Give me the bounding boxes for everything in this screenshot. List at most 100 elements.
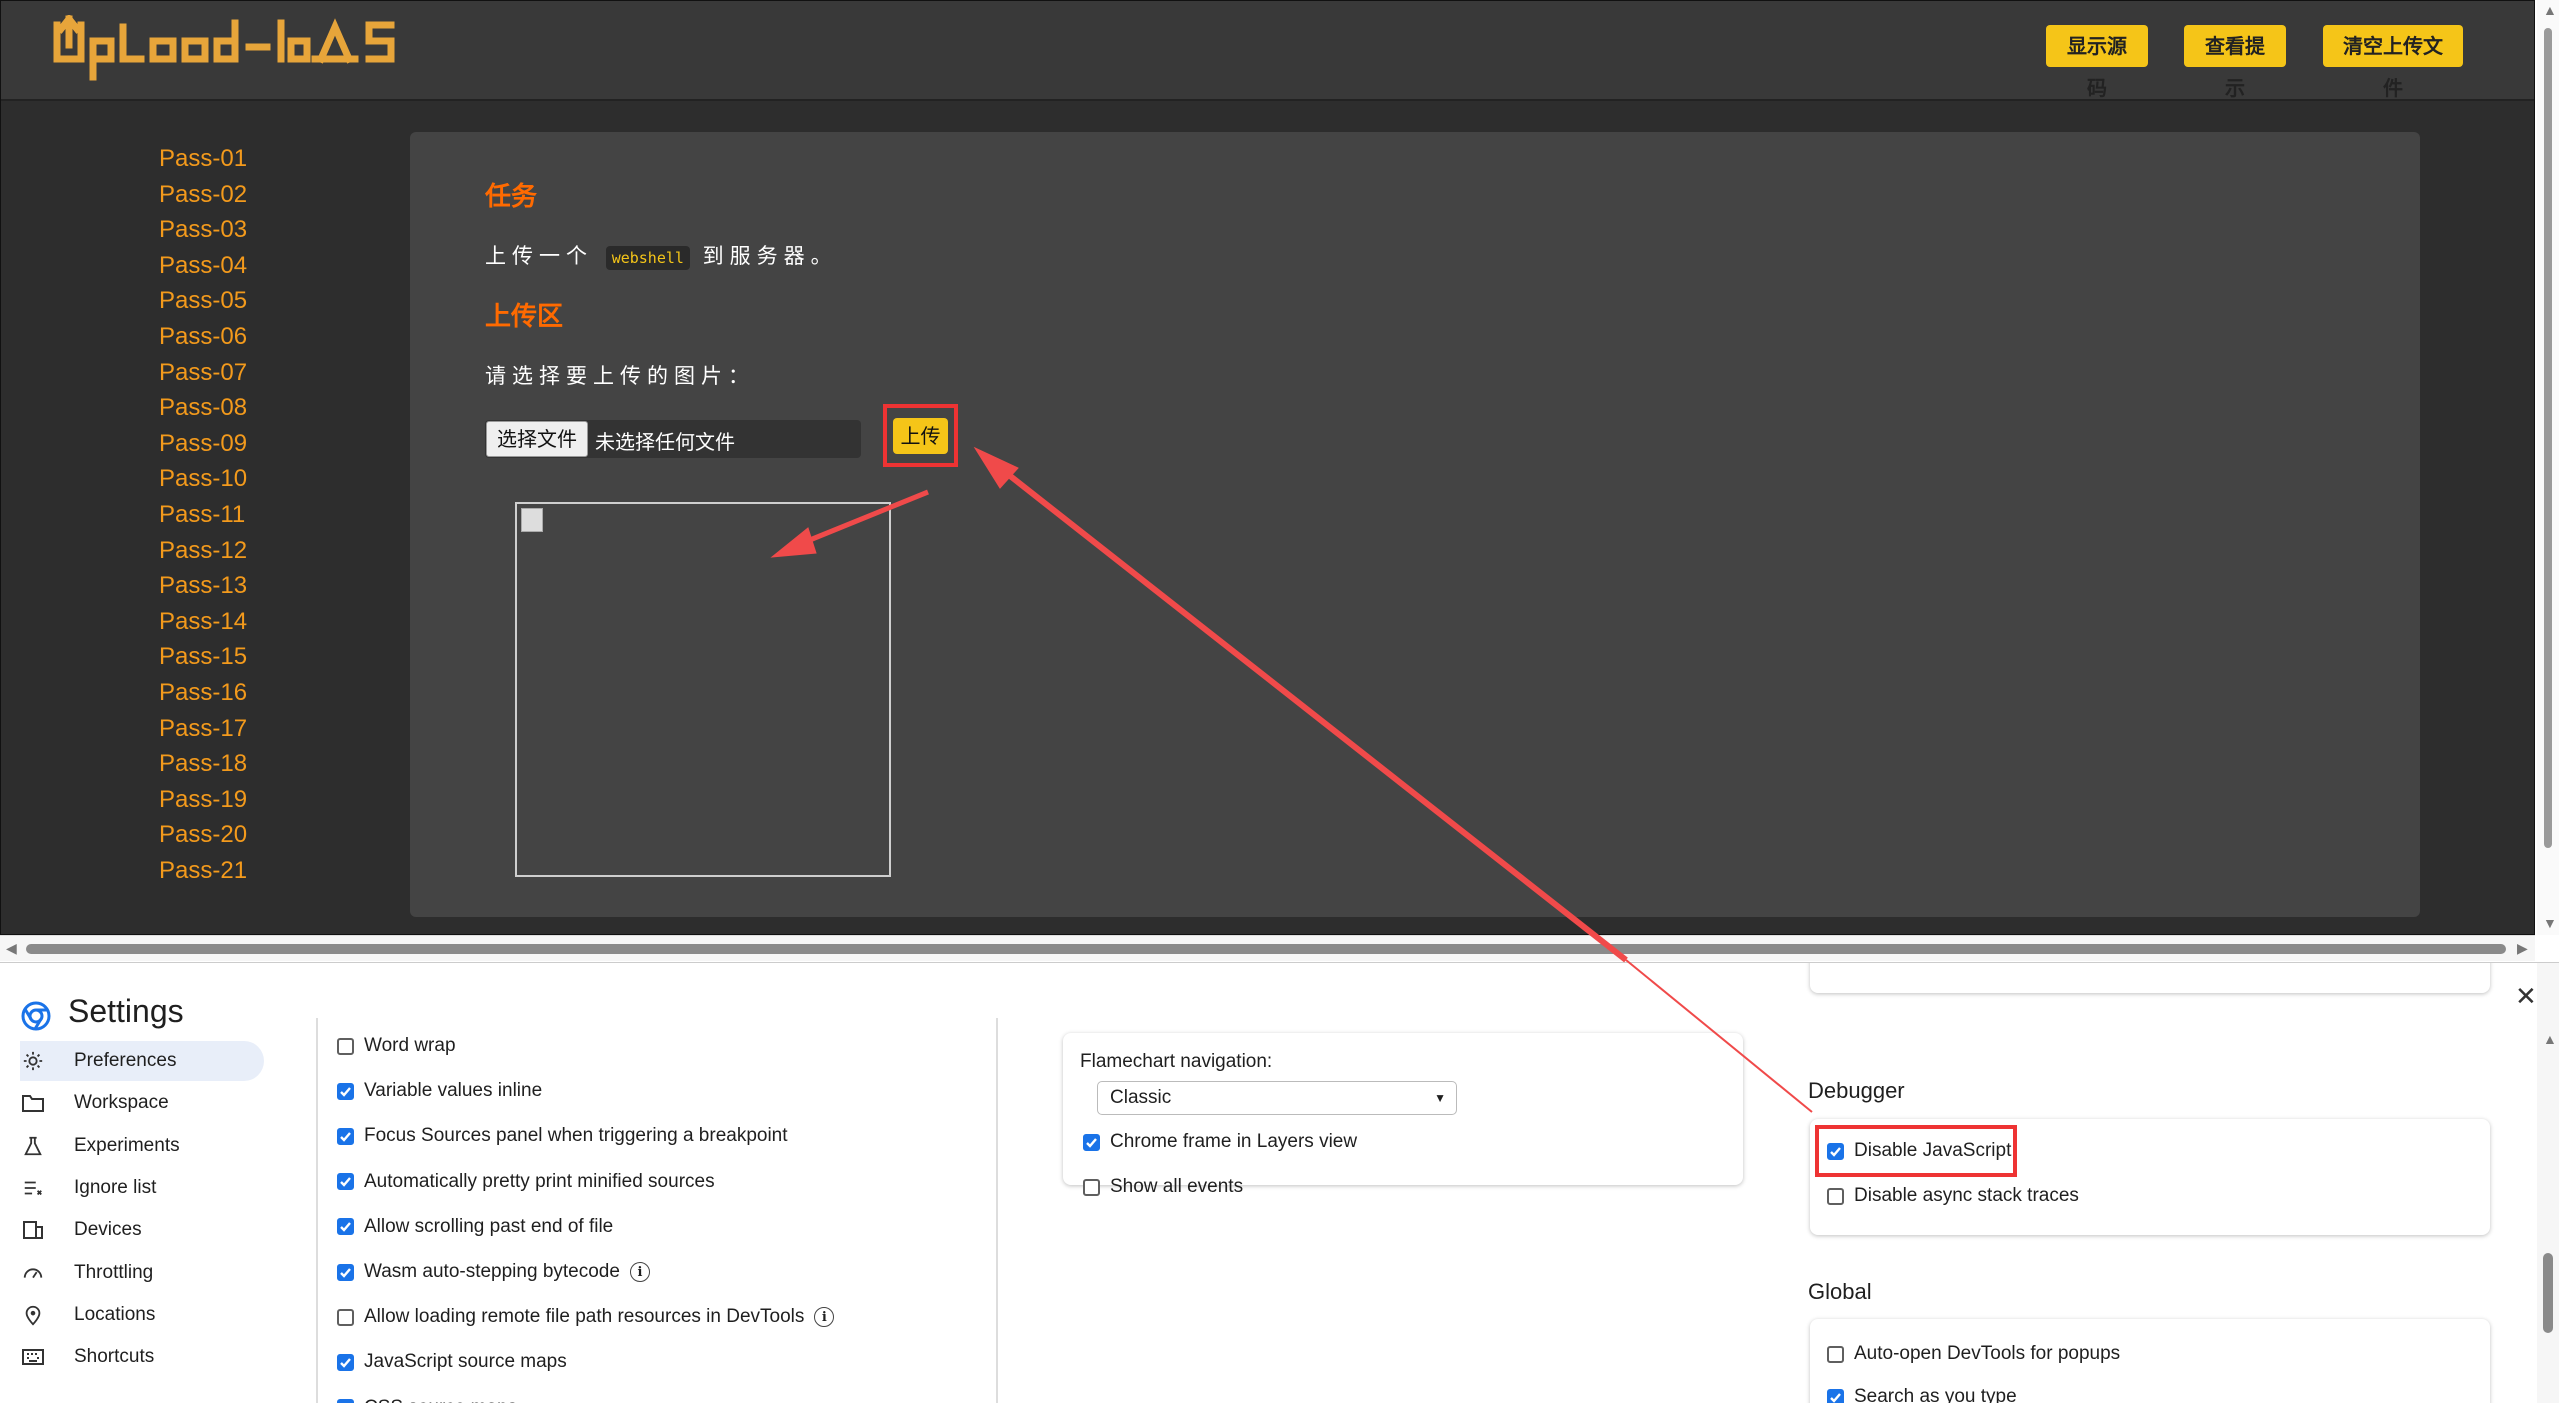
select-image-label: 请选择要上传的图片： bbox=[485, 364, 755, 388]
task-heading: 任务 bbox=[485, 182, 538, 212]
nav-item-ignore-list[interactable]: Ignore list bbox=[20, 1168, 264, 1208]
content-panel: 任务 上传一个 webshell 到服务器。 上传区 请选择要上传的图片： 选择… bbox=[410, 132, 2420, 917]
checkbox[interactable] bbox=[337, 1353, 354, 1371]
option-disable-javascript[interactable]: Disable JavaScript bbox=[1827, 1140, 2011, 1162]
scroll-up-icon[interactable]: ▲ bbox=[2543, 2, 2557, 18]
nav-item-experiments[interactable]: Experiments bbox=[20, 1126, 264, 1166]
scroll-down-icon[interactable]: ▼ bbox=[2543, 915, 2557, 931]
web-page: 显示源码 查看提示 清空上传文件 Pass-01 Pass-02 Pass-03 Pa… bbox=[0, 0, 2535, 935]
settings-scroll-thumb[interactable] bbox=[2543, 1253, 2553, 1333]
option-label: Allow scrolling past end of file bbox=[364, 1215, 614, 1237]
option-javascript-source-maps[interactable]: JavaScript source maps bbox=[337, 1351, 567, 1373]
checkbox[interactable] bbox=[1083, 1133, 1100, 1151]
checkbox[interactable] bbox=[337, 1127, 354, 1145]
file-status-text: 未选择任何文件 bbox=[595, 430, 735, 454]
global-heading: Global bbox=[1808, 1279, 1872, 1304]
upload-labs-logo bbox=[53, 15, 395, 81]
pass-link[interactable]: Pass-01 bbox=[159, 141, 359, 177]
option-word-wrap[interactable]: Word wrap bbox=[337, 1035, 456, 1057]
scroll-up-icon[interactable]: ▲ bbox=[2543, 1031, 2557, 1047]
close-icon[interactable]: ✕ bbox=[2515, 981, 2537, 1012]
option-disable-async-stack-traces[interactable]: Disable async stack traces bbox=[1827, 1185, 2079, 1207]
option-wasm-auto-stepping-bytecode[interactable]: Wasm auto-stepping bytecode i bbox=[337, 1261, 650, 1283]
show-hint-button[interactable]: 查看提示 bbox=[2184, 25, 2286, 100]
page-header: 显示源码 查看提示 清空上传文件 bbox=[1, 1, 2534, 101]
pass-link[interactable]: Pass-11 bbox=[159, 497, 359, 533]
pass-link[interactable]: Pass-20 bbox=[159, 817, 359, 853]
option-automatically-pretty-print-minified-sources[interactable]: Automatically pretty print minified sour… bbox=[337, 1171, 715, 1193]
gauge-icon bbox=[20, 1260, 46, 1286]
pass-link[interactable]: Pass-14 bbox=[159, 604, 359, 640]
list-icon bbox=[20, 1175, 46, 1201]
checkbox[interactable] bbox=[337, 1082, 354, 1100]
checkbox[interactable] bbox=[337, 1037, 354, 1055]
option-allow-loading-remote-file-path-resources-in-devtools[interactable]: Allow loading remote file path resources… bbox=[337, 1306, 835, 1328]
pass-link[interactable]: Pass-04 bbox=[159, 248, 359, 284]
devtools-settings: Settings ✕ Preferences Workspace Experimen… bbox=[0, 962, 2559, 1403]
nav-item-devices[interactable]: Devices bbox=[20, 1210, 264, 1250]
settings-vertical-scrollbar[interactable]: ▲ bbox=[2537, 963, 2559, 1403]
pass-link[interactable]: Pass-16 bbox=[159, 675, 359, 711]
flamechart-value: Classic bbox=[1110, 1087, 1172, 1108]
pass-link[interactable]: Pass-03 bbox=[159, 212, 359, 248]
keyboard-icon bbox=[20, 1344, 46, 1370]
checkbox[interactable] bbox=[337, 1399, 354, 1403]
checkbox[interactable] bbox=[1827, 1388, 1844, 1403]
choose-file-button[interactable]: 选择文件 bbox=[486, 421, 588, 457]
previous-card bbox=[1810, 963, 2490, 993]
nav-label: Preferences bbox=[74, 1050, 177, 1071]
pass-link[interactable]: Pass-10 bbox=[159, 461, 359, 497]
checkbox[interactable] bbox=[337, 1263, 354, 1281]
nav-item-throttling[interactable]: Throttling bbox=[20, 1253, 264, 1293]
page-horizontal-scrollbar[interactable]: ◀ ▶ bbox=[0, 935, 2535, 961]
horizontal-scroll-thumb[interactable] bbox=[26, 944, 2506, 954]
pass-link[interactable]: Pass-12 bbox=[159, 533, 359, 569]
pass-link[interactable]: Pass-17 bbox=[159, 711, 359, 747]
pass-link[interactable]: Pass-08 bbox=[159, 390, 359, 426]
nav-item-locations[interactable]: Locations bbox=[20, 1295, 264, 1335]
pass-link[interactable]: Pass-18 bbox=[159, 746, 359, 782]
checkbox[interactable] bbox=[1827, 1187, 1844, 1205]
nav-item-preferences[interactable]: Preferences bbox=[20, 1041, 264, 1081]
upload-button[interactable]: 上传 bbox=[893, 418, 948, 454]
pass-link[interactable]: Pass-05 bbox=[159, 283, 359, 319]
pass-link[interactable]: Pass-06 bbox=[159, 319, 359, 355]
checkbox[interactable] bbox=[337, 1218, 354, 1236]
nav-item-workspace[interactable]: Workspace bbox=[20, 1083, 264, 1123]
option-auto-open-devtools-for-popups[interactable]: Auto-open DevTools for popups bbox=[1827, 1343, 2120, 1365]
file-input[interactable]: 选择文件 未选择任何文件 bbox=[485, 420, 861, 458]
info-icon[interactable]: i bbox=[814, 1307, 835, 1328]
page-scroll-thumb[interactable] bbox=[2544, 28, 2552, 848]
checkbox[interactable] bbox=[337, 1308, 354, 1326]
info-icon[interactable]: i bbox=[629, 1262, 650, 1282]
pass-link[interactable]: Pass-13 bbox=[159, 568, 359, 604]
option-allow-scrolling-past-end-of-file[interactable]: Allow scrolling past end of file bbox=[337, 1216, 613, 1238]
flamechart-select[interactable]: Classic ▼ bbox=[1097, 1081, 1457, 1115]
nav-item-shortcuts[interactable]: Shortcuts bbox=[20, 1337, 264, 1377]
checkbox[interactable] bbox=[1083, 1178, 1100, 1196]
flamechart-label: Flamechart navigation: bbox=[1080, 1051, 1273, 1072]
checkbox[interactable] bbox=[337, 1173, 354, 1191]
pin-icon bbox=[20, 1302, 46, 1328]
option-focus-sources-panel-when-triggering-a-breakpoint[interactable]: Focus Sources panel when triggering a br… bbox=[337, 1125, 788, 1147]
option-chrome-frame-in-layers-view[interactable]: Chrome frame in Layers view bbox=[1083, 1131, 1357, 1153]
pass-link[interactable]: Pass-15 bbox=[159, 639, 359, 675]
page-vertical-scrollbar[interactable]: ▲ ▼ bbox=[2537, 0, 2559, 935]
scroll-right-icon[interactable]: ▶ bbox=[2517, 940, 2528, 957]
pass-link[interactable]: Pass-02 bbox=[159, 177, 359, 213]
checkbox[interactable] bbox=[1827, 1345, 1844, 1363]
show-source-button[interactable]: 显示源码 bbox=[2046, 25, 2148, 100]
option-search-as-you-type[interactable]: Search as you type bbox=[1827, 1386, 2017, 1403]
scroll-left-icon[interactable]: ◀ bbox=[6, 940, 17, 957]
pass-link[interactable]: Pass-19 bbox=[159, 782, 359, 818]
option-variable-values-inline[interactable]: Variable values inline bbox=[337, 1080, 542, 1102]
checkbox[interactable] bbox=[1827, 1142, 1844, 1160]
pass-link[interactable]: Pass-07 bbox=[159, 355, 359, 391]
pass-link[interactable]: Pass-21 bbox=[159, 853, 359, 889]
option-css-source-maps[interactable]: CSS source maps bbox=[337, 1397, 517, 1403]
option-show-all-events[interactable]: Show all events bbox=[1083, 1176, 1243, 1198]
nav-label: Throttling bbox=[74, 1261, 154, 1283]
pass-link[interactable]: Pass-09 bbox=[159, 426, 359, 462]
clear-uploads-button[interactable]: 清空上传文件 bbox=[2323, 25, 2463, 100]
option-label: Show all events bbox=[1110, 1176, 1244, 1197]
